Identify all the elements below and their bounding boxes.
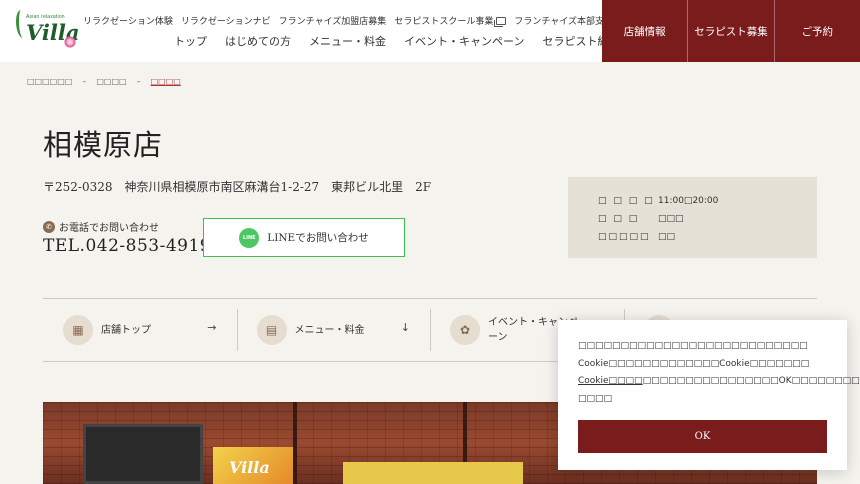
store-address: 〒252-0328 神奈川県相模原市南区麻溝台1-2-27 東邦ビル北里 2F bbox=[43, 180, 432, 194]
store-info-button[interactable]: 店舗情報 bbox=[602, 0, 687, 62]
site-header: Asian relaxation Villa リラクゼーション体験 リラクゼーシ… bbox=[0, 0, 860, 62]
nav-events[interactable]: イベント・キャンペーン bbox=[404, 33, 524, 49]
arrow-right-icon: → bbox=[207, 321, 217, 334]
anchor-menu-price[interactable]: ▤ メニュー・料金 ↓ bbox=[236, 299, 431, 361]
menu-doc-icon: ▤ bbox=[256, 315, 287, 345]
villa-logo[interactable]: Asian relaxation Villa bbox=[14, 6, 79, 56]
util-link-franchise-recruit[interactable]: フランチャイズ加盟店募集 bbox=[279, 14, 387, 27]
tel-label-text: お電話でお問い合わせ bbox=[59, 223, 159, 234]
tel-label: ✆ お電話でお問い合わせ bbox=[43, 219, 159, 234]
util-link-label: セラピストスクール事業 bbox=[394, 17, 494, 27]
utility-nav: リラクゼーション体験 リラクゼーションナビ フランチャイズ加盟店募集 セラピスト… bbox=[83, 14, 626, 27]
hours-key: □□□□□ bbox=[598, 232, 651, 242]
hours-row: □ □ □ □□□ bbox=[598, 210, 817, 228]
hours-value: □□ bbox=[658, 232, 676, 242]
util-link-label: フランチャイズ加盟店募集 bbox=[278, 17, 387, 27]
hours-key: □ □ □ □ bbox=[598, 196, 655, 206]
photo-window-lit bbox=[343, 462, 523, 484]
breadcrumb-home[interactable]: □□□□□□ bbox=[27, 77, 72, 86]
tel-number[interactable]: TEL.042-853-4919 bbox=[43, 236, 211, 256]
util-link-label: リラクゼーションナビ bbox=[180, 17, 271, 27]
line-button-label: LINEでお問い合わせ bbox=[267, 232, 369, 244]
nav-top[interactable]: トップ bbox=[174, 33, 207, 49]
hours-value: 11:00□20:00 bbox=[658, 196, 719, 206]
store-hours-box: □ □ □ □ 11:00□20:00 □ □ □ □□□ □□□□□ □□ bbox=[568, 177, 817, 258]
anchor-label: メニュー・料金 bbox=[294, 324, 365, 336]
leaf-icon: ✿ bbox=[450, 315, 480, 345]
anchor-store-top[interactable]: ▦ 店舗トップ → bbox=[43, 299, 237, 361]
util-link-label: フランチャイズ本部支援 bbox=[514, 17, 613, 27]
cookie-banner: □□□□□□□□□□□□□□□□□□□□□□□□□□□ Cookie□□□□□□… bbox=[558, 320, 860, 470]
cookie-ok-button[interactable]: OK bbox=[578, 420, 827, 453]
main-nav: トップ はじめての方 メニュー・料金 イベント・キャンペーン セラピスト紹介 bbox=[174, 33, 619, 49]
photo-sign-text: Villa bbox=[229, 458, 270, 477]
util-link-label: リラクゼーション体験 bbox=[83, 17, 173, 27]
breadcrumb-separator: – bbox=[136, 77, 141, 86]
hours-value: □□□ bbox=[658, 214, 684, 224]
util-link-relax-navi[interactable]: リラクゼーションナビ bbox=[181, 14, 271, 27]
util-link-therapist-school[interactable]: セラピストスクール事業 bbox=[394, 14, 507, 27]
breadcrumb: □□□□□□ – □□□□ – □□□□ bbox=[27, 77, 181, 86]
page-title: 相模原店 bbox=[43, 128, 164, 162]
cookie-text-line: □□□□□□□□□□□□□□□□□□□□□□□□□□□ bbox=[578, 341, 808, 351]
reservation-button[interactable]: ご予約 bbox=[773, 0, 860, 62]
cookie-text-line: Cookie□□□□□□□□□□□□□Cookie□□□□□□□ bbox=[578, 358, 810, 369]
util-link-relax-experience[interactable]: リラクゼーション体験 bbox=[83, 14, 173, 27]
external-link-icon bbox=[494, 16, 507, 27]
cookie-text-line: □□□□ bbox=[578, 393, 613, 404]
line-icon: LINE bbox=[239, 227, 260, 248]
hours-row: □□□□□ □□ bbox=[598, 228, 817, 246]
photo-beam bbox=[293, 402, 297, 484]
cookie-text-line: Cookie□□□□□□□□□□□□□□□□□□□□OK□□□□□□□□□□ bbox=[578, 373, 860, 391]
line-contact-button[interactable]: LINE LINEでお問い合わせ bbox=[203, 218, 405, 257]
nav-first-time[interactable]: はじめての方 bbox=[225, 33, 291, 49]
hours-key: □ □ □ bbox=[598, 214, 640, 224]
therapist-recruit-button[interactable]: セラピスト募集 bbox=[687, 0, 773, 62]
cta-bar: 店舗情報 セラピスト募集 ご予約 bbox=[602, 0, 860, 62]
anchor-label: 店舗トップ bbox=[101, 324, 151, 336]
nav-menu-price[interactable]: メニュー・料金 bbox=[309, 33, 386, 49]
cookie-policy-link[interactable]: Cookie□□□□ bbox=[578, 376, 643, 386]
photo-window bbox=[83, 424, 203, 484]
phone-icon: ✆ bbox=[43, 220, 55, 233]
breadcrumb-current[interactable]: □□□□ bbox=[151, 77, 181, 86]
cookie-text-rest: □□□□□□□□□□□□□□□□OK□□□□□□□□□□ bbox=[642, 376, 860, 387]
breadcrumb-stores[interactable]: □□□□ bbox=[96, 77, 126, 86]
arrow-down-icon: ↓ bbox=[400, 321, 410, 334]
hours-row: □ □ □ □ 11:00□20:00 bbox=[598, 192, 817, 210]
flower-icon bbox=[64, 36, 76, 48]
breadcrumb-separator: – bbox=[82, 77, 87, 86]
store-icon: ▦ bbox=[63, 315, 93, 345]
